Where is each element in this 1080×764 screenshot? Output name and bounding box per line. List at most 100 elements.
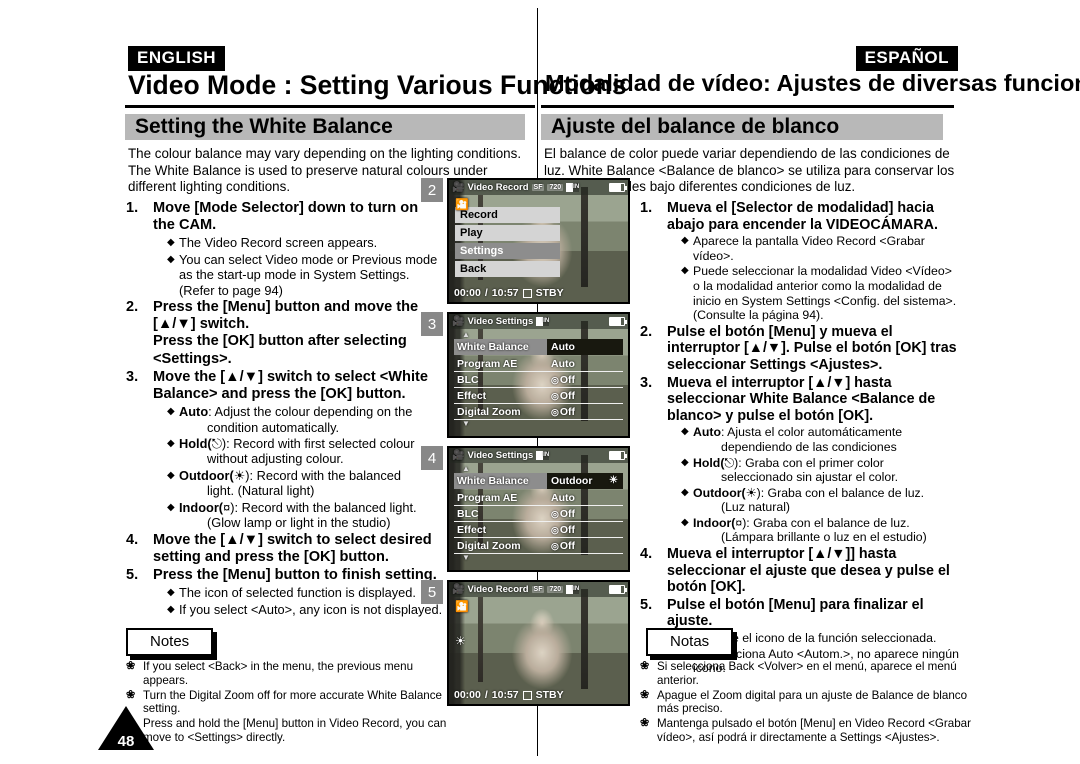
settings-row-label: White Balance [454, 473, 547, 489]
diamond-bullet-icon: ◆ [681, 456, 689, 468]
settings-row-effect[interactable]: Effect ◎Off [454, 522, 623, 538]
notes-box-spanish: Notas [646, 628, 734, 656]
step-body: Move the [▲/▼] switch to select desired … [153, 532, 444, 566]
lcd-screenshot-column: 2 🎥 Video Record SF 720 IN Record Play Settings B… [421, 178, 630, 714]
diamond-bullet-icon: ◆ [681, 486, 689, 498]
settings-row-digital-zoom[interactable]: Digital Zoom ◎Off [454, 404, 623, 420]
diamond-bullet-icon: ◆ [681, 265, 689, 277]
step-body: Move [Mode Selector] down to turn on the… [153, 200, 444, 298]
step-bullet: ◆ The Video Record screen appears. [167, 235, 444, 250]
step-title: Pulse el botón [Menu] para finalizar el … [667, 596, 924, 630]
settings-row-blc[interactable]: BLC ◎Off [454, 372, 623, 388]
scroll-up-arrow-icon[interactable]: ▲ [454, 331, 623, 339]
settings-row-label: Digital Zoom [457, 405, 521, 418]
bullet-term: Hold( [693, 455, 725, 470]
section-title-bar-spanish: Ajuste del balance de blanco [541, 114, 943, 140]
step-number: 1. [640, 200, 653, 216]
settings-row-value: Auto [551, 357, 575, 370]
camcorder-icon: 🎥 [452, 583, 465, 595]
note-text: If you select <Back> in the menu, the pr… [143, 660, 414, 687]
bullet-term: Indoor( [179, 499, 224, 515]
note-bullet-icon: ❀ [126, 660, 136, 672]
settings-row-label: Effect [457, 389, 487, 402]
bullet-text: Hold(⎋): Record with first selected colo… [179, 436, 444, 467]
remaining-time: 10:57 [491, 287, 519, 299]
step-number: 5. [126, 566, 139, 583]
scroll-down-arrow-icon[interactable]: ▼ [454, 554, 623, 562]
lcd-status-bar: 🎥 Video Record SF 720 IN [449, 582, 628, 597]
quality-badge: SF [531, 184, 545, 191]
settings-row-label: BLC [457, 373, 479, 386]
lcd-menu-popup[interactable]: Record Play Settings Back [455, 207, 560, 279]
step-bullet: ◆ Indoor(¤): Record with the balanced lig… [167, 500, 444, 531]
step-bullet: ◆ Puede seleccionar la modalidad Video <V… [681, 264, 960, 322]
note-text: Press and hold the [Menu] button in Vide… [143, 717, 447, 744]
header-rule-spanish [541, 105, 954, 108]
bullet-continuation: dependiendo de las condiciones [721, 439, 897, 454]
step-title: Move [Mode Selector] down to turn on the… [153, 200, 419, 234]
bullet-text: Puede seleccionar la modalidad Video <Ví… [693, 264, 957, 323]
settings-row-label: Program AE [457, 491, 518, 504]
diamond-bullet-icon: ◆ [681, 516, 689, 528]
step-body: Mueva el interruptor [▲/▼]] hasta selecc… [667, 546, 960, 596]
settings-row-label: White Balance [454, 339, 547, 355]
note-bullet-icon: ❀ [640, 688, 650, 701]
diamond-bullet-icon: ◆ [681, 426, 689, 438]
bullet-continuation: condition automatically. [207, 419, 340, 435]
hold-icon: ⎋ [724, 455, 735, 470]
note-item: ❀ If you select <Back> in the menu, the p… [126, 660, 456, 688]
bullet-term: Auto [179, 404, 209, 420]
memory-card-icon: IN [566, 585, 580, 594]
page-number: 48 [117, 733, 135, 750]
settings-row-value: ◎Off [551, 539, 576, 552]
lcd-screen: 🎥 Video Record SF 720 IN Record Play Settings Ba… [447, 178, 630, 304]
settings-row-digital-zoom[interactable]: Digital Zoom ◎Off [454, 538, 623, 554]
scroll-down-arrow-icon[interactable]: ▼ [454, 420, 623, 428]
step-reference-badge: 3 [421, 312, 443, 336]
menu-item-play[interactable]: Play [455, 225, 560, 241]
lcd-settings-list[interactable]: ▲ White Balance Auto Program AE Auto BLC ◎Off E… [454, 331, 623, 428]
step-bullet: ◆ You can select Video mode or Previous m… [167, 252, 444, 298]
step-bullet: ◆ Hold(⎋): Graba con el primer color selec… [681, 456, 960, 485]
step-bullet: ◆ Outdoor(☀): Record with the balanced lig… [167, 468, 444, 499]
step-reference-badge: 2 [421, 178, 443, 202]
bullet-text: You can select Video mode or Previous mo… [179, 251, 438, 298]
menu-item-settings[interactable]: Settings [455, 243, 560, 259]
step-title: Pulse el botón [Menu] y mueva el interru… [667, 323, 957, 373]
step-title: Move the [▲/▼] switch to select <White B… [153, 368, 428, 403]
settings-row-program-ae[interactable]: Program AE Auto [454, 356, 623, 372]
lcd-screenshot: 2 🎥 Video Record SF 720 IN Record Play Settings B… [421, 178, 630, 304]
lcd-status-bar: 🎥 Video Settings IN [449, 314, 628, 329]
menu-item-back[interactable]: Back [455, 261, 560, 277]
note-text: Si selecciona Back <Volver> en el menú, … [657, 660, 957, 687]
settings-row-program-ae[interactable]: Program AE Auto [454, 490, 623, 506]
settings-row-value: ◎Off [551, 373, 576, 386]
step-title: Press the [Menu] button to finish settin… [153, 566, 437, 583]
resolution-badge: 720 [547, 184, 564, 191]
bullet-continuation: seleccionado sin ajustar el color. [721, 470, 899, 485]
settings-row-white-balance[interactable]: White Balance Auto [454, 339, 623, 355]
settings-row-value: ◎Off [551, 405, 576, 418]
settings-row-blc[interactable]: BLC ◎Off [454, 506, 623, 522]
settings-row-white-balance[interactable]: White Balance Outdoor ☀ [454, 473, 623, 489]
bullet-text: Hold(⎋): Graba con el primer color selecc… [693, 456, 960, 485]
step-reference-badge: 4 [421, 446, 443, 470]
bullet-term: Auto [693, 425, 721, 440]
lcd-mode-title: Video Settings [467, 316, 534, 327]
settings-row-effect[interactable]: Effect ◎Off [454, 388, 623, 404]
note-text: Turn the Digital Zoom off for more accur… [143, 688, 442, 716]
lcd-screen: 🎥 Video Settings IN ▲ White Balance Auto Progr… [447, 312, 630, 438]
settings-row-value: Outdoor ☀ [547, 473, 623, 489]
diamond-bullet-icon: ◆ [167, 253, 175, 265]
step-body: Mueva el [Selector de modalidad] hacia a… [667, 200, 960, 323]
step-number: 3. [126, 368, 139, 385]
instruction-step: 5. Press the [Menu] button to finish sett… [126, 567, 444, 617]
bullet-continuation: (Lámpara brillante o luz en el estudio) [721, 530, 927, 545]
lcd-settings-list[interactable]: ▲ White Balance Outdoor ☀ Program AE Auto BLC ◎… [454, 465, 623, 562]
viewfinder-photo [449, 582, 628, 704]
menu-item-record[interactable]: Record [455, 207, 560, 223]
scroll-up-arrow-icon[interactable]: ▲ [454, 465, 623, 473]
bullet-text: Auto: Ajusta el color automáticamente dep… [693, 425, 960, 454]
settings-row-value: ◎Off [551, 523, 576, 536]
hold-icon: ⎋ [211, 436, 222, 452]
